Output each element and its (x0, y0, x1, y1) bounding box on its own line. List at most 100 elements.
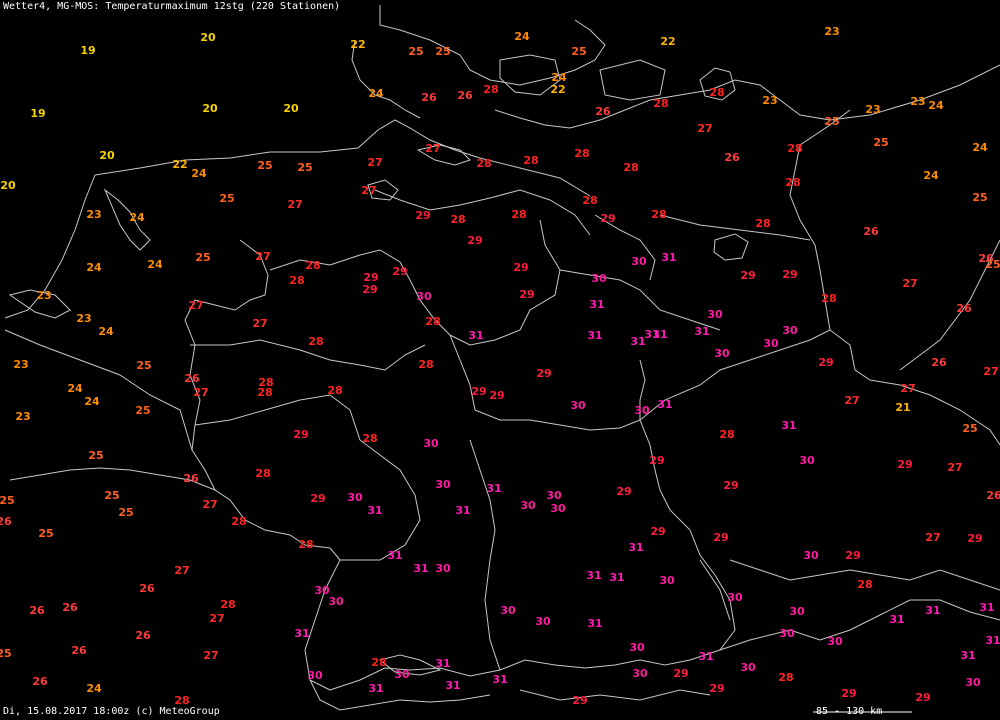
station-temperature: 31 (387, 549, 402, 562)
station-temperature: 24 (98, 325, 114, 338)
station-temperature: 24 (67, 382, 83, 395)
station-temperature: 30 (727, 591, 743, 604)
station-temperature: 29 (782, 268, 797, 281)
station-temperature: 28 (719, 428, 734, 441)
station-temperature: 25 (962, 422, 977, 435)
station-temperature: 27 (209, 612, 224, 625)
station-temperature: 25 (985, 258, 1000, 271)
station-temperature: 29 (713, 531, 728, 544)
station-temperature: 26 (421, 91, 437, 104)
station-temperature: 25 (972, 191, 987, 204)
station-temperature: 28 (289, 274, 304, 287)
austria-border (719, 599, 1000, 651)
station-temperature: 31 (985, 634, 1000, 647)
station-temperature: 26 (457, 89, 473, 102)
station-temperature: 30 (435, 562, 451, 575)
station-temperature: 28 (582, 194, 597, 207)
station-temperature: 27 (947, 461, 962, 474)
station-temperature: 24 (86, 682, 102, 695)
station-temperature: 31 (367, 504, 382, 517)
station-temperature: 30 (782, 324, 798, 337)
station-temperature: 31 (960, 649, 975, 662)
station-temperature: 28 (231, 515, 246, 528)
station-temperature: 30 (591, 272, 607, 285)
station-temperature: 28 (523, 154, 538, 167)
station-temperature: 27 (983, 365, 998, 378)
station-temperature: 26 (986, 489, 1000, 502)
station-temperature: 25 (135, 404, 150, 417)
station-temperature: 26 (931, 356, 947, 369)
station-temperature: 24 (972, 141, 988, 154)
station-temperature: 30 (307, 669, 323, 682)
station-temperature: 21 (895, 401, 910, 414)
station-temperature: 24 (368, 87, 384, 100)
station-temperature: 29 (650, 525, 665, 538)
station-temperature: 29 (723, 479, 738, 492)
station-temperature: 30 (779, 627, 795, 640)
station-temperature: 24 (147, 258, 163, 271)
station-temperature: 27 (252, 317, 267, 330)
station-temperature: 29 (709, 682, 724, 695)
station-temperature: 31 (435, 657, 450, 670)
station-temperature: 24 (514, 30, 530, 43)
station-temperature: 29 (740, 269, 755, 282)
station-temperature: 28 (220, 598, 235, 611)
station-temperature: 25 (88, 449, 103, 462)
station-temperature: 22 (172, 158, 187, 171)
station-temperature: 20 (200, 31, 216, 44)
station-temperature: 27 (188, 299, 203, 312)
station-temperature: 24 (129, 211, 145, 224)
station-temperature: 25 (257, 159, 272, 172)
station-temperature: 29 (471, 385, 486, 398)
station-temperature: 31 (586, 569, 601, 582)
station-temperature: 30 (520, 499, 536, 512)
station-temperature: 31 (294, 627, 309, 640)
station-temperature: 23 (865, 103, 880, 116)
belgium-border (4, 329, 193, 451)
state-border (699, 559, 731, 621)
station-temperature: 27 (287, 198, 302, 211)
station-temperature: 29 (967, 532, 982, 545)
station-temperature: 26 (0, 515, 12, 528)
station-temperature: 26 (62, 601, 78, 614)
station-temperature: 30 (629, 641, 645, 654)
station-temperature: 26 (724, 151, 740, 164)
station-temperature: 30 (416, 290, 432, 303)
station-temperature: 25 (571, 45, 586, 58)
station-temperature: 26 (139, 582, 155, 595)
state-border (474, 409, 641, 431)
station-temperature: 31 (445, 679, 460, 692)
station-temperature: 24 (928, 99, 944, 112)
station-temperature: 30 (707, 308, 723, 321)
germany-southern-border (329, 649, 721, 691)
station-temperature: 30 (546, 489, 562, 502)
station-temperature: 20 (0, 179, 16, 192)
station-temperature: 27 (697, 122, 712, 135)
station-temperature: 31 (781, 419, 796, 432)
station-temperature: 28 (257, 386, 272, 399)
station-temperature: 31 (589, 298, 604, 311)
station-temperature: 29 (536, 367, 551, 380)
station-temperature: 28 (255, 467, 270, 480)
station-temperature: 27 (174, 564, 189, 577)
station-temperature: 29 (897, 458, 912, 471)
station-temperature: 30 (634, 404, 650, 417)
station-temperature: 29 (513, 261, 528, 274)
weather-map: 192019 20 2020202225 252425222324 26 26 282422… (0, 5, 1000, 713)
station-temperature: 28 (305, 259, 320, 272)
station-temperature: 28 (651, 208, 666, 221)
station-temperature: 28 (425, 315, 440, 328)
station-temperature: 25 (0, 647, 12, 660)
station-temperature: 28 (450, 213, 465, 226)
station-temperature: 24 (86, 261, 102, 274)
station-temperature: 31 (661, 251, 676, 264)
station-temperature: 29 (649, 454, 664, 467)
station-temperature: 23 (36, 289, 51, 302)
station-temperature: 31 (657, 398, 672, 411)
station-temperature: 31 (455, 504, 470, 517)
station-temperature: 26 (183, 472, 199, 485)
station-temperature: 24 (191, 167, 207, 180)
station-temperature: 23 (910, 95, 925, 108)
station-temperature: 31 (698, 650, 713, 663)
station-temperature: 20 (202, 102, 218, 115)
